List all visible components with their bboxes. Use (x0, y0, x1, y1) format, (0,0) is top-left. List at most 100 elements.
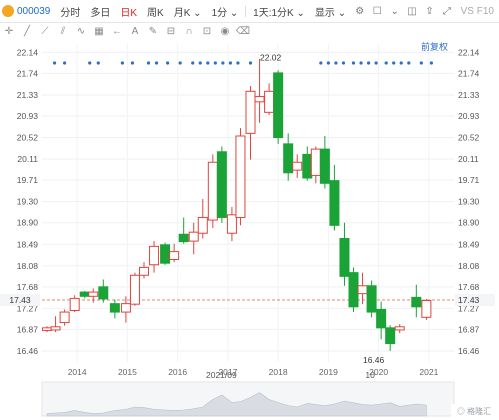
event-dot (359, 61, 363, 65)
event-dot (419, 61, 423, 65)
y-tick-label-left: 21.74 (17, 68, 39, 78)
y-tick-label-right: 21.33 (458, 90, 480, 100)
event-dot (63, 61, 67, 65)
chevron-down-icon: ⌄ (296, 7, 305, 19)
share-icon[interactable]: ⇪ (425, 6, 434, 17)
chevron-down-icon: ⌄ (193, 7, 202, 19)
y-tick-label-right: 16.46 (458, 346, 480, 356)
tab-monthly-k[interactable]: 月K ⌄ (169, 4, 207, 19)
x-tick-label: 2018 (269, 367, 288, 377)
stock-code[interactable]: 000039 (0, 5, 55, 17)
candle-body (59, 311, 70, 324)
chevron-down-icon: ⌄ (337, 7, 347, 19)
event-dot (96, 61, 100, 65)
x-tick-label: 2021 (419, 367, 438, 377)
candle-body (120, 303, 131, 313)
price-tag-left: 17.43 (9, 295, 31, 305)
tab-weekly-k[interactable]: 周K (142, 4, 169, 19)
candle-body (302, 153, 313, 179)
candle-body (69, 297, 80, 311)
x-tick-label: 2016 (168, 367, 187, 377)
candle-body (226, 214, 237, 234)
expand-icon[interactable]: ⤢ (442, 6, 451, 17)
settings-icon[interactable]: ⚙ (355, 6, 364, 17)
trash-icon[interactable]: ⌫ (234, 26, 252, 37)
candle-body (339, 237, 350, 277)
tab-multiday[interactable]: 多日 (85, 4, 115, 19)
tab-1min[interactable]: 1分 ⌄ (207, 4, 244, 19)
candle-body (207, 161, 218, 221)
event-dot (334, 61, 338, 65)
text-icon[interactable]: A (126, 26, 144, 37)
max-price-label: 22.02 (260, 53, 282, 63)
drawing-toolbar: ✛ ╱ ⟋ ⫽ ∿ ▦ ← A ✎ ⊟ ∩ ⊡ ◉ ⌫ (0, 23, 499, 39)
event-dot (399, 61, 403, 65)
ruler-icon[interactable]: ⊟ (162, 26, 180, 37)
candle-down (216, 146, 227, 223)
line-icon[interactable]: ╱ (18, 26, 36, 37)
parallel-icon[interactable]: ⫽ (54, 26, 72, 37)
x-tick-label: 2014 (68, 367, 87, 377)
eye-icon[interactable]: ◉ (216, 26, 234, 37)
y-tick-label-left: 18.08 (17, 261, 39, 271)
candle-up (129, 272, 140, 306)
x-tick-label: 2017 (218, 367, 237, 377)
checkbox-icon[interactable]: ☐ (373, 6, 382, 17)
y-axis-right: 22.14 21.74 21.33 20.93 20.52 20.11 19.71 19.30… (458, 47, 480, 356)
crosshair-icon[interactable]: ✛ (0, 26, 18, 37)
event-dot (228, 61, 233, 65)
min-price-label: 16.46 (363, 355, 385, 365)
candle-body (160, 244, 171, 264)
tab-1min-label: 1分 (211, 7, 228, 19)
y-tick-label-right: 20.52 (458, 133, 480, 143)
y-tick-label-left: 19.30 (17, 197, 39, 207)
candle-body (149, 245, 160, 266)
vs-f10-label[interactable]: VS F10 (456, 6, 499, 17)
candle-down (160, 242, 171, 265)
camera-icon[interactable]: ◫ (407, 6, 416, 17)
tab-intraday[interactable]: 分时 (55, 4, 85, 19)
x-tick-label: 2020 (369, 367, 388, 377)
candle-body (366, 285, 377, 313)
event-dot (374, 61, 378, 65)
y-tick-label-left: 16.87 (17, 324, 39, 334)
event-dot (326, 61, 330, 65)
adjustment-label[interactable]: 前复权 (421, 41, 448, 52)
event-dot (392, 61, 396, 65)
trend-icon[interactable]: ⟋ (36, 26, 54, 37)
y-tick-label-left: 20.11 (17, 154, 38, 164)
event-dot (52, 61, 57, 65)
candle-body (245, 90, 256, 134)
wave-icon[interactable]: ∿ (72, 26, 90, 37)
event-dot (166, 61, 170, 65)
y-tick-label-right: 22.14 (458, 47, 480, 57)
arrow-icon[interactable]: ← (108, 26, 126, 37)
magnet-icon[interactable]: ∩ (180, 26, 198, 37)
stock-code-text: 000039 (17, 5, 51, 17)
lock-icon[interactable]: ⊡ (198, 26, 216, 37)
y-tick-label-right: 18.90 (458, 218, 480, 228)
candle-body (421, 300, 432, 318)
candle-body (357, 285, 368, 295)
candlestick-chart[interactable]: 前复权 22.14 21.74 21.33 20.93 20.52 20.11 19.71 1… (0, 40, 499, 420)
tab-daily-k[interactable]: 日K (115, 4, 142, 19)
event-dot (366, 61, 371, 65)
candle-body (129, 274, 140, 305)
candle-body (79, 291, 90, 297)
pen-icon[interactable]: ✎ (144, 26, 162, 37)
candle-body (394, 326, 405, 331)
y-tick-label-right: 19.30 (458, 197, 480, 207)
chevron-down-icon[interactable]: ⌄ (390, 6, 399, 17)
event-dot (351, 61, 356, 65)
display-menu[interactable]: 显示 ⌄ (310, 4, 351, 19)
candle-body (178, 233, 189, 243)
event-dot (120, 61, 124, 65)
event-dot (88, 61, 92, 65)
y-tick-label-left: 22.14 (17, 47, 39, 57)
y-tick-label-left: 18.49 (17, 239, 39, 249)
period-select[interactable]: 1天:1分K ⌄ (248, 4, 310, 19)
tab-monthly-k-label: 月K (173, 7, 191, 19)
y-tick-label-right: 21.74 (458, 68, 480, 78)
grid-icon[interactable]: ▦ (90, 26, 108, 37)
event-dot (407, 61, 411, 65)
